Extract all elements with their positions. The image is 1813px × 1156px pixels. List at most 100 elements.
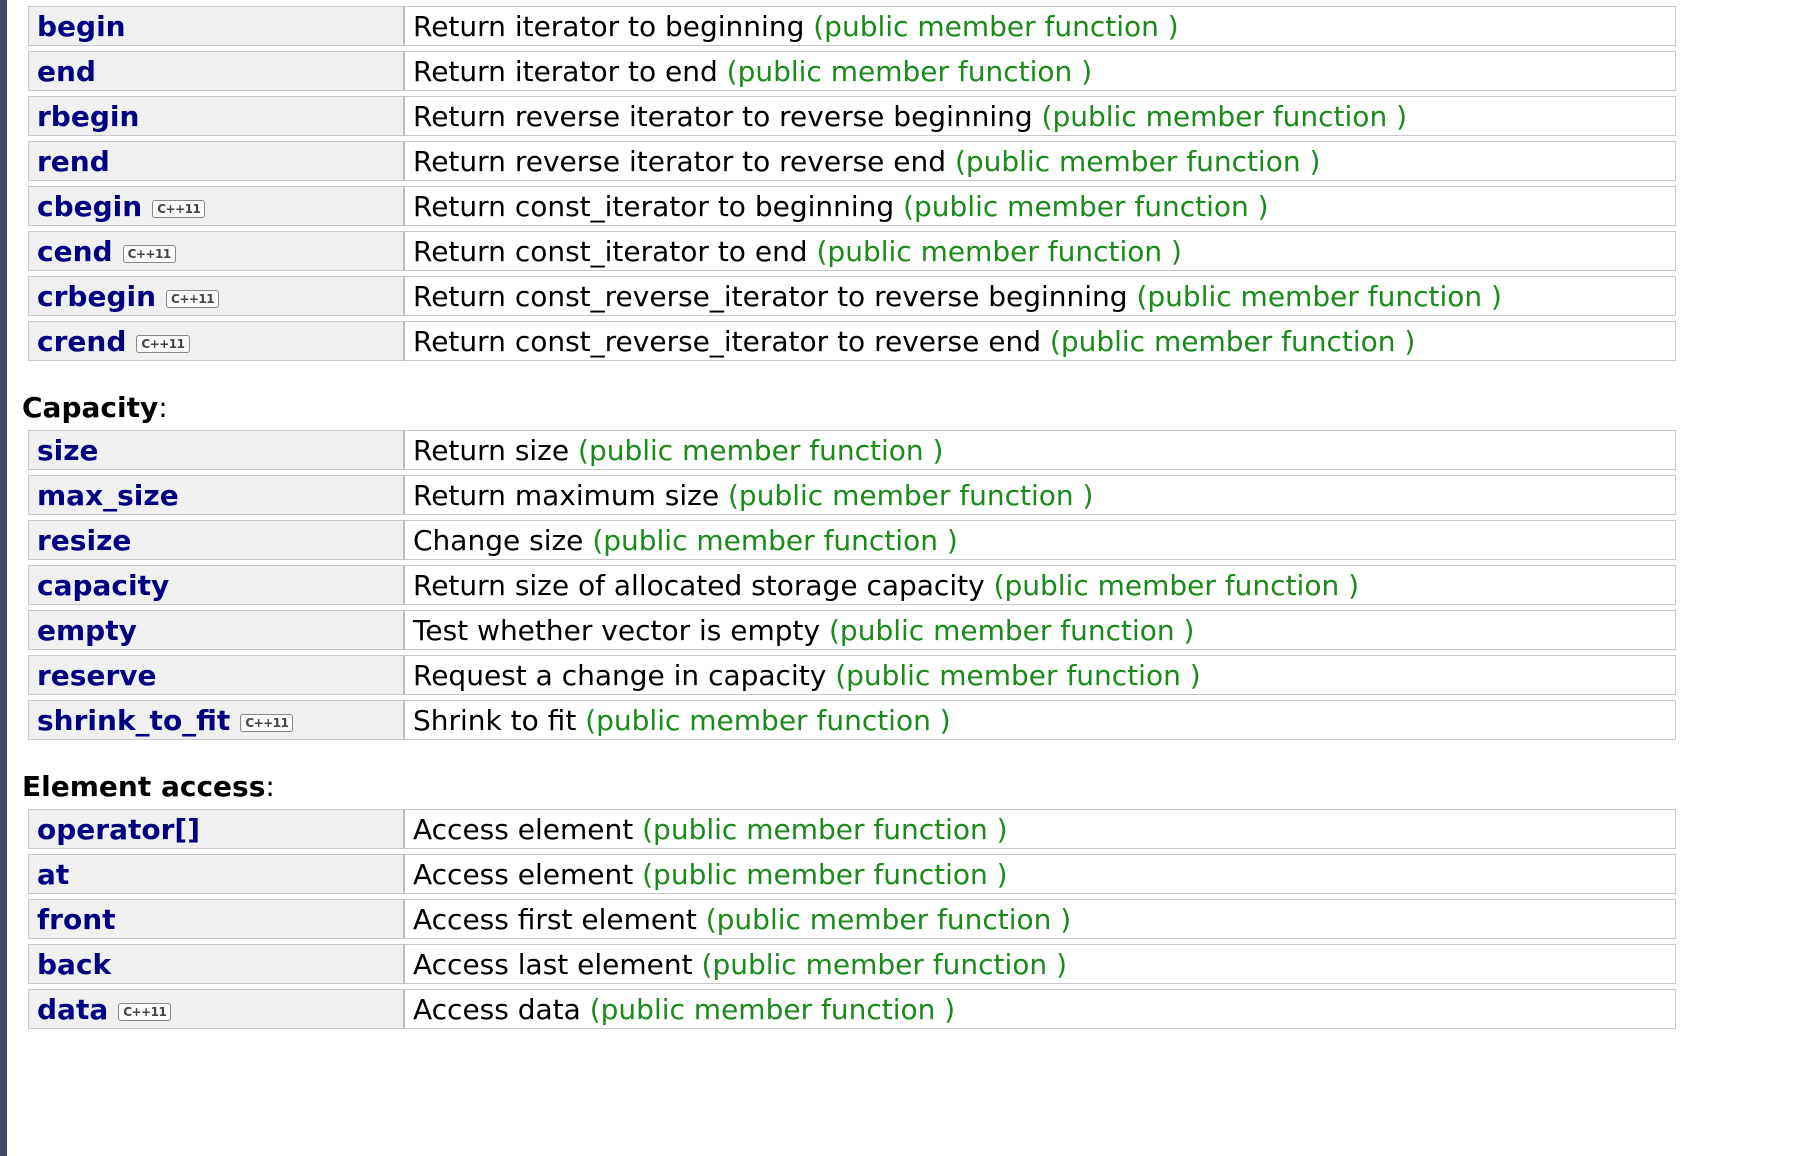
member-name-link[interactable]: cbegin xyxy=(37,190,142,223)
table-row: crend C++11 Return const_reverse_iterator … xyxy=(28,321,1676,361)
member-kind-label: (public member function ) xyxy=(993,568,1360,602)
member-name-cell: operator[] xyxy=(28,809,405,849)
member-name-cell: data C++11 xyxy=(28,989,405,1029)
member-description: Return iterator to beginning xyxy=(413,9,805,43)
member-description: Access element xyxy=(413,812,634,846)
table-row: end Return iterator to end (public member… xyxy=(28,51,1676,91)
member-name-cell: shrink_to_fit C++11 xyxy=(28,700,405,740)
member-name-cell: cend C++11 xyxy=(28,231,405,271)
table-row: rbegin Return reverse iterator to reverse… xyxy=(28,96,1676,136)
member-description: Return const_iterator to beginning xyxy=(413,189,895,223)
member-kind-label: (public member function ) xyxy=(642,812,1008,846)
member-name-cell: at xyxy=(28,854,405,894)
member-description-cell: Test whether vector is empty (public mem… xyxy=(405,610,1676,650)
member-kind-label: (public member function ) xyxy=(813,9,1179,43)
member-name-cell: begin xyxy=(28,6,405,46)
member-name-cell: reserve xyxy=(28,655,405,695)
member-description: Return maximum size xyxy=(413,478,720,512)
member-description: Return size of allocated storage capacit… xyxy=(413,568,985,602)
table-row: rend Return reverse iterator to reverse e… xyxy=(28,141,1676,181)
member-description-cell: Request a change in capacity (public mem… xyxy=(405,655,1676,695)
member-name-link[interactable]: end xyxy=(37,55,96,88)
table-row: cbegin C++11 Return const_iterator to begi… xyxy=(28,186,1676,226)
member-description-cell: Access last element (public member funct… xyxy=(405,944,1676,984)
section-title: Element access xyxy=(22,770,266,803)
member-description-cell: Access element (public member function ) xyxy=(405,809,1676,849)
member-description: Access element xyxy=(413,857,634,891)
member-name-link[interactable]: crbegin xyxy=(37,280,156,313)
cpp11-badge-icon: C++11 xyxy=(152,199,206,218)
member-name-link[interactable]: cend xyxy=(37,235,113,268)
member-name-link[interactable]: size xyxy=(37,434,99,467)
member-kind-label: (public member function ) xyxy=(578,433,944,467)
table-row: begin Return iterator to beginning (publi… xyxy=(28,6,1676,46)
member-description: Test whether vector is empty xyxy=(413,613,821,647)
member-name-cell: size xyxy=(28,430,405,470)
member-description-cell: Return const_reverse_iterator to reverse… xyxy=(405,276,1676,316)
member-name-link[interactable]: capacity xyxy=(37,569,169,602)
member-description-cell: Return size of allocated storage capacit… xyxy=(405,565,1676,605)
member-name-link[interactable]: front xyxy=(37,903,116,936)
cpp11-badge-icon: C++11 xyxy=(118,1002,172,1021)
member-description-cell: Access data (public member function ) xyxy=(405,989,1676,1029)
member-name-link[interactable]: max_size xyxy=(37,479,179,512)
section-title-colon: : xyxy=(158,391,168,424)
member-name-link[interactable]: crend xyxy=(37,325,126,358)
member-name-link[interactable]: operator[] xyxy=(37,813,200,846)
member-description-cell: Change size (public member function ) xyxy=(405,520,1676,560)
member-description: Return reverse iterator to reverse end xyxy=(413,144,947,178)
table-row: max_size Return maximum size (public memb… xyxy=(28,475,1676,515)
member-name-link[interactable]: rend xyxy=(37,145,110,178)
member-description: Shrink to fit xyxy=(413,703,577,737)
table-row: at Access element (public member function… xyxy=(28,854,1676,894)
member-name-link[interactable]: resize xyxy=(37,524,131,557)
member-description: Return const_iterator to end xyxy=(413,234,808,268)
section-title-colon: : xyxy=(265,770,275,803)
member-name-link[interactable]: empty xyxy=(37,614,137,647)
member-description: Change size xyxy=(413,523,584,557)
member-description: Access first element xyxy=(413,902,697,936)
member-description: Return size xyxy=(413,433,570,467)
member-name-link[interactable]: shrink_to_fit xyxy=(37,704,230,737)
cpp11-badge-icon: C++11 xyxy=(136,334,190,353)
member-description-cell: Return const_reverse_iterator to reverse… xyxy=(405,321,1676,361)
member-name-cell: capacity xyxy=(28,565,405,605)
section-header: Element access: xyxy=(22,765,1682,809)
member-description-cell: Return reverse iterator to reverse end (… xyxy=(405,141,1676,181)
member-name-link[interactable]: rbegin xyxy=(37,100,139,133)
member-name-cell: crbegin C++11 xyxy=(28,276,405,316)
member-name-link[interactable]: reserve xyxy=(37,659,157,692)
member-description-cell: Return const_iterator to end (public mem… xyxy=(405,231,1676,271)
member-kind-label: (public member function ) xyxy=(1041,99,1408,133)
member-kind-label: (public member function ) xyxy=(728,478,1094,512)
member-name-cell: max_size xyxy=(28,475,405,515)
table-row: crbegin C++11 Return const_reverse_iterato… xyxy=(28,276,1676,316)
table-row: shrink_to_fit C++11 Shrink to fit (public … xyxy=(28,700,1676,740)
table-row: front Access first element (public member… xyxy=(28,899,1676,939)
member-name-link[interactable]: begin xyxy=(37,10,126,43)
member-name-link[interactable]: data xyxy=(37,993,108,1026)
member-description-cell: Return iterator to beginning (public mem… xyxy=(405,6,1676,46)
table-row: reserve Request a change in capacity (pub… xyxy=(28,655,1676,695)
member-name-cell: cbegin C++11 xyxy=(28,186,405,226)
member-kind-label: (public member function ) xyxy=(701,947,1067,981)
member-description: Return const_reverse_iterator to reverse… xyxy=(413,324,1041,358)
member-kind-label: (public member function ) xyxy=(1136,279,1502,313)
member-description: Request a change in capacity xyxy=(413,658,827,692)
member-kind-label: (public member function ) xyxy=(835,658,1201,692)
member-name-link[interactable]: at xyxy=(37,858,69,891)
member-table: begin Return iterator to beginning (publi… xyxy=(28,1,1676,366)
member-description: Return iterator to end xyxy=(413,54,718,88)
member-name-link[interactable]: back xyxy=(37,948,111,981)
member-kind-label: (public member function ) xyxy=(829,613,1195,647)
member-description: Access data xyxy=(413,992,581,1026)
member-kind-label: (public member function ) xyxy=(585,703,951,737)
member-description-cell: Return reverse iterator to reverse begin… xyxy=(405,96,1676,136)
member-description-cell: Shrink to fit (public member function ) xyxy=(405,700,1676,740)
cpp11-badge-icon: C++11 xyxy=(122,244,176,263)
member-description-cell: Access element (public member function ) xyxy=(405,854,1676,894)
left-border-rule xyxy=(0,0,7,1156)
member-description: Return reverse iterator to reverse begin… xyxy=(413,99,1033,133)
member-kind-label: (public member function ) xyxy=(903,189,1269,223)
section-title: Capacity xyxy=(22,391,159,424)
